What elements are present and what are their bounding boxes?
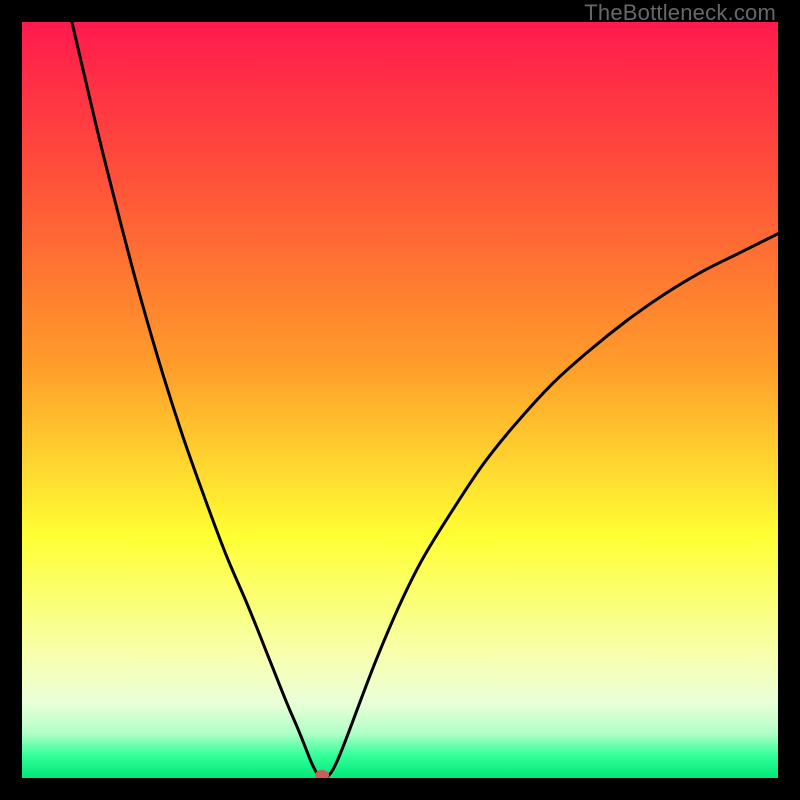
chart-svg xyxy=(22,22,778,778)
chart-background xyxy=(22,22,778,778)
plot-area xyxy=(22,22,778,778)
watermark-text: TheBottleneck.com xyxy=(584,0,776,26)
